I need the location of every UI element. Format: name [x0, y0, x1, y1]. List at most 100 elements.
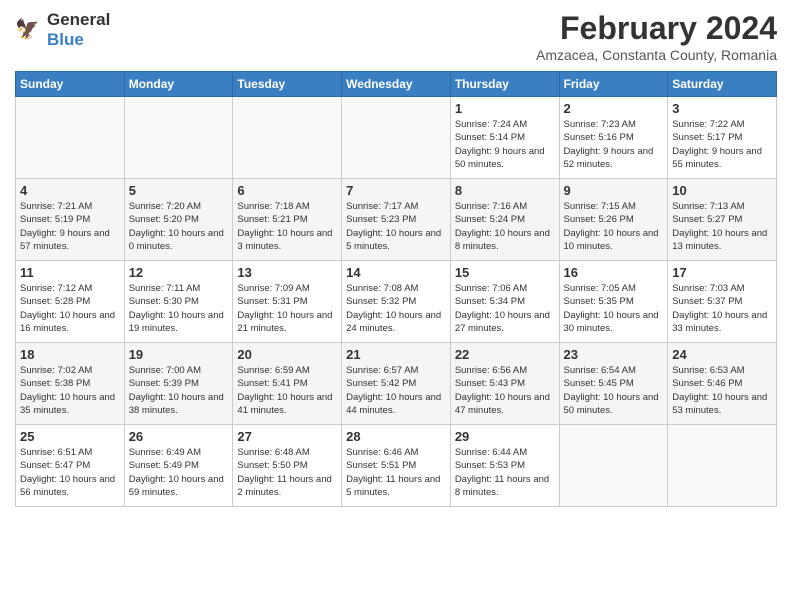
day-number: 25	[20, 429, 120, 444]
day-number: 6	[237, 183, 337, 198]
day-number: 3	[672, 101, 772, 116]
calendar-row: 1 Sunrise: 7:24 AM Sunset: 5:14 PM Dayli…	[16, 97, 777, 179]
day-info: Sunrise: 7:23 AM Sunset: 5:16 PM Dayligh…	[564, 118, 664, 171]
day-number: 15	[455, 265, 555, 280]
day-number: 10	[672, 183, 772, 198]
table-row	[124, 97, 233, 179]
table-row: 25 Sunrise: 6:51 AM Sunset: 5:47 PM Dayl…	[16, 425, 125, 507]
table-row: 2 Sunrise: 7:23 AM Sunset: 5:16 PM Dayli…	[559, 97, 668, 179]
day-info: Sunrise: 7:16 AM Sunset: 5:24 PM Dayligh…	[455, 200, 555, 253]
table-row: 17 Sunrise: 7:03 AM Sunset: 5:37 PM Dayl…	[668, 261, 777, 343]
day-info: Sunrise: 6:44 AM Sunset: 5:53 PM Dayligh…	[455, 446, 555, 499]
day-info: Sunrise: 7:24 AM Sunset: 5:14 PM Dayligh…	[455, 118, 555, 171]
calendar-row: 18 Sunrise: 7:02 AM Sunset: 5:38 PM Dayl…	[16, 343, 777, 425]
table-row: 19 Sunrise: 7:00 AM Sunset: 5:39 PM Dayl…	[124, 343, 233, 425]
day-number: 28	[346, 429, 446, 444]
table-row: 16 Sunrise: 7:05 AM Sunset: 5:35 PM Dayl…	[559, 261, 668, 343]
day-number: 20	[237, 347, 337, 362]
day-number: 29	[455, 429, 555, 444]
table-row: 18 Sunrise: 7:02 AM Sunset: 5:38 PM Dayl…	[16, 343, 125, 425]
table-row: 29 Sunrise: 6:44 AM Sunset: 5:53 PM Dayl…	[450, 425, 559, 507]
table-row: 28 Sunrise: 6:46 AM Sunset: 5:51 PM Dayl…	[342, 425, 451, 507]
day-number: 21	[346, 347, 446, 362]
header-area: 🦅 General Blue February 2024 Amzacea, Co…	[15, 10, 777, 63]
day-info: Sunrise: 6:54 AM Sunset: 5:45 PM Dayligh…	[564, 364, 664, 417]
day-info: Sunrise: 6:48 AM Sunset: 5:50 PM Dayligh…	[237, 446, 337, 499]
logo-text: General	[47, 10, 110, 30]
day-info: Sunrise: 7:15 AM Sunset: 5:26 PM Dayligh…	[564, 200, 664, 253]
logo-text2: Blue	[47, 30, 110, 50]
day-number: 18	[20, 347, 120, 362]
day-number: 12	[129, 265, 229, 280]
table-row: 26 Sunrise: 6:49 AM Sunset: 5:49 PM Dayl…	[124, 425, 233, 507]
day-info: Sunrise: 7:20 AM Sunset: 5:20 PM Dayligh…	[129, 200, 229, 253]
table-row: 22 Sunrise: 6:56 AM Sunset: 5:43 PM Dayl…	[450, 343, 559, 425]
col-tuesday: Tuesday	[233, 72, 342, 97]
table-row: 13 Sunrise: 7:09 AM Sunset: 5:31 PM Dayl…	[233, 261, 342, 343]
day-info: Sunrise: 7:09 AM Sunset: 5:31 PM Dayligh…	[237, 282, 337, 335]
table-row: 14 Sunrise: 7:08 AM Sunset: 5:32 PM Dayl…	[342, 261, 451, 343]
day-number: 4	[20, 183, 120, 198]
day-info: Sunrise: 7:17 AM Sunset: 5:23 PM Dayligh…	[346, 200, 446, 253]
day-number: 26	[129, 429, 229, 444]
day-info: Sunrise: 7:06 AM Sunset: 5:34 PM Dayligh…	[455, 282, 555, 335]
svg-text:🦅: 🦅	[15, 17, 39, 41]
day-info: Sunrise: 7:13 AM Sunset: 5:27 PM Dayligh…	[672, 200, 772, 253]
table-row: 9 Sunrise: 7:15 AM Sunset: 5:26 PM Dayli…	[559, 179, 668, 261]
day-info: Sunrise: 7:00 AM Sunset: 5:39 PM Dayligh…	[129, 364, 229, 417]
day-number: 27	[237, 429, 337, 444]
table-row: 7 Sunrise: 7:17 AM Sunset: 5:23 PM Dayli…	[342, 179, 451, 261]
month-title: February 2024	[536, 10, 777, 47]
day-number: 2	[564, 101, 664, 116]
table-row: 4 Sunrise: 7:21 AM Sunset: 5:19 PM Dayli…	[16, 179, 125, 261]
day-info: Sunrise: 7:22 AM Sunset: 5:17 PM Dayligh…	[672, 118, 772, 171]
day-info: Sunrise: 7:03 AM Sunset: 5:37 PM Dayligh…	[672, 282, 772, 335]
table-row: 24 Sunrise: 6:53 AM Sunset: 5:46 PM Dayl…	[668, 343, 777, 425]
calendar-table: Sunday Monday Tuesday Wednesday Thursday…	[15, 71, 777, 507]
table-row: 21 Sunrise: 6:57 AM Sunset: 5:42 PM Dayl…	[342, 343, 451, 425]
col-thursday: Thursday	[450, 72, 559, 97]
day-number: 1	[455, 101, 555, 116]
day-number: 23	[564, 347, 664, 362]
table-row: 1 Sunrise: 7:24 AM Sunset: 5:14 PM Dayli…	[450, 97, 559, 179]
calendar-row: 11 Sunrise: 7:12 AM Sunset: 5:28 PM Dayl…	[16, 261, 777, 343]
logo-icon: 🦅	[15, 16, 43, 44]
day-info: Sunrise: 7:18 AM Sunset: 5:21 PM Dayligh…	[237, 200, 337, 253]
table-row: 20 Sunrise: 6:59 AM Sunset: 5:41 PM Dayl…	[233, 343, 342, 425]
col-friday: Friday	[559, 72, 668, 97]
calendar-row: 25 Sunrise: 6:51 AM Sunset: 5:47 PM Dayl…	[16, 425, 777, 507]
day-info: Sunrise: 6:59 AM Sunset: 5:41 PM Dayligh…	[237, 364, 337, 417]
day-info: Sunrise: 7:08 AM Sunset: 5:32 PM Dayligh…	[346, 282, 446, 335]
day-number: 22	[455, 347, 555, 362]
header-row: Sunday Monday Tuesday Wednesday Thursday…	[16, 72, 777, 97]
table-row	[668, 425, 777, 507]
table-row: 8 Sunrise: 7:16 AM Sunset: 5:24 PM Dayli…	[450, 179, 559, 261]
day-number: 14	[346, 265, 446, 280]
day-number: 13	[237, 265, 337, 280]
col-monday: Monday	[124, 72, 233, 97]
table-row	[559, 425, 668, 507]
day-number: 7	[346, 183, 446, 198]
day-number: 9	[564, 183, 664, 198]
table-row: 10 Sunrise: 7:13 AM Sunset: 5:27 PM Dayl…	[668, 179, 777, 261]
day-info: Sunrise: 7:05 AM Sunset: 5:35 PM Dayligh…	[564, 282, 664, 335]
table-row: 5 Sunrise: 7:20 AM Sunset: 5:20 PM Dayli…	[124, 179, 233, 261]
logo: 🦅 General Blue	[15, 10, 110, 51]
table-row: 6 Sunrise: 7:18 AM Sunset: 5:21 PM Dayli…	[233, 179, 342, 261]
col-saturday: Saturday	[668, 72, 777, 97]
title-area: February 2024 Amzacea, Constanta County,…	[536, 10, 777, 63]
table-row	[342, 97, 451, 179]
table-row	[16, 97, 125, 179]
day-info: Sunrise: 6:53 AM Sunset: 5:46 PM Dayligh…	[672, 364, 772, 417]
day-number: 11	[20, 265, 120, 280]
table-row: 27 Sunrise: 6:48 AM Sunset: 5:50 PM Dayl…	[233, 425, 342, 507]
table-row: 12 Sunrise: 7:11 AM Sunset: 5:30 PM Dayl…	[124, 261, 233, 343]
day-info: Sunrise: 7:12 AM Sunset: 5:28 PM Dayligh…	[20, 282, 120, 335]
day-number: 19	[129, 347, 229, 362]
day-number: 17	[672, 265, 772, 280]
day-info: Sunrise: 6:51 AM Sunset: 5:47 PM Dayligh…	[20, 446, 120, 499]
table-row: 3 Sunrise: 7:22 AM Sunset: 5:17 PM Dayli…	[668, 97, 777, 179]
day-info: Sunrise: 6:46 AM Sunset: 5:51 PM Dayligh…	[346, 446, 446, 499]
table-row: 15 Sunrise: 7:06 AM Sunset: 5:34 PM Dayl…	[450, 261, 559, 343]
day-info: Sunrise: 6:49 AM Sunset: 5:49 PM Dayligh…	[129, 446, 229, 499]
